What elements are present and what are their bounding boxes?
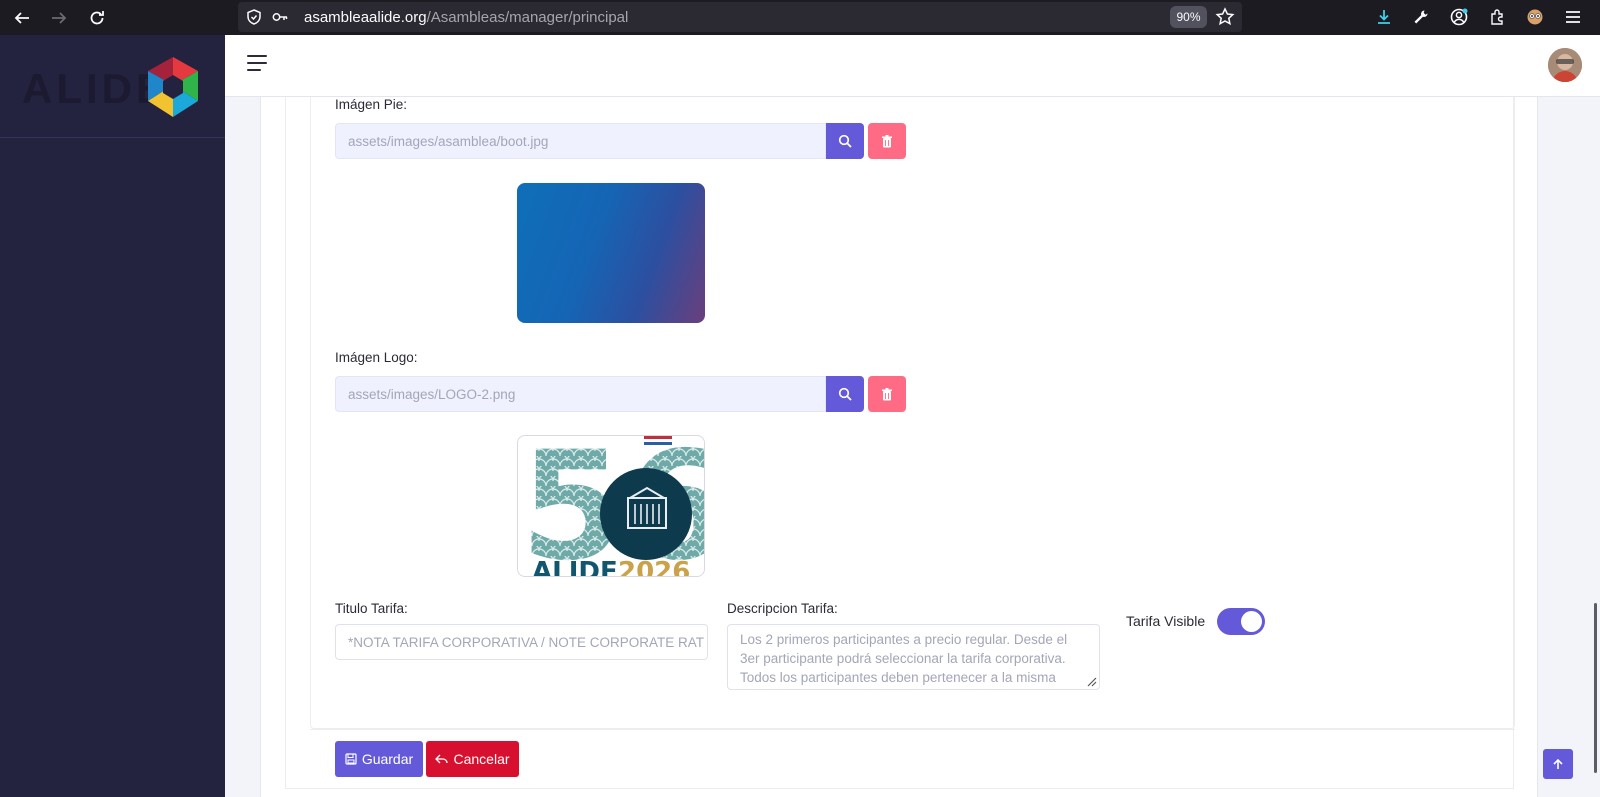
search-icon [838,387,852,401]
hamburger-menu-icon[interactable] [247,55,269,73]
page-scrollbar[interactable] [1594,603,1597,773]
shield-icon[interactable] [242,5,266,29]
save-button[interactable]: Guardar [335,741,423,777]
titulo-tarifa-input[interactable]: *NOTA TARIFA CORPORATIVA / NOTE CORPORAT… [335,624,708,660]
arrow-up-icon [1553,758,1563,769]
search-icon [838,134,852,148]
cancel-button-label: Cancelar [453,751,510,767]
imagen-logo-group: assets/images/LOGO-2.png [335,376,906,412]
key-icon[interactable] [268,5,292,29]
logo-area[interactable]: ALIDE [0,35,225,138]
cancel-button[interactable]: Cancelar [426,741,519,777]
imagen-logo-input[interactable]: assets/images/LOGO-2.png [335,376,826,412]
reply-arrow-icon [435,754,449,763]
download-icon[interactable] [1372,5,1396,29]
imagen-logo-search-button[interactable] [826,376,864,412]
alide-56-logo-image: 56 ALIDE 2026 [520,436,704,577]
forward-arrow-icon[interactable] [46,5,72,31]
imagen-pie-search-button[interactable] [826,123,864,159]
imagen-logo-label: Imágen Logo: [335,350,418,365]
toggle-knob [1241,611,1262,632]
titulo-tarifa-label: Titulo Tarifa: [335,601,408,616]
trash-icon [882,387,892,400]
imagen-logo-delete-button[interactable] [868,376,906,412]
descripcion-tarifa-text: Los 2 primeros participantes a precio re… [740,632,1068,685]
account-icon[interactable] [1447,5,1471,29]
bookmark-star-icon[interactable] [1213,5,1237,29]
url-domain: asambleaalide.org [304,9,427,26]
imagen-pie-input[interactable]: assets/images/asamblea/boot.jpg [335,123,826,159]
zoom-badge[interactable]: 90% [1170,6,1207,28]
app-header [225,35,1600,97]
imagen-logo-preview: 56 ALIDE 2026 [517,435,705,577]
floppy-disk-icon [345,753,357,765]
logo-year-text: 2026 [618,557,690,577]
sidebar: ALIDE [0,35,225,797]
user-avatar[interactable] [1548,48,1582,82]
url-path: /Asambleas/manager/principal [426,9,629,26]
address-bar[interactable]: asambleaalide.org/Asambleas/manager/prin… [238,2,1242,32]
extensions-puzzle-icon[interactable] [1485,5,1509,29]
wrench-icon[interactable] [1409,5,1433,29]
extension-face-icon[interactable] [1523,5,1547,29]
reload-icon[interactable] [84,5,110,31]
tarifa-visible-toggle[interactable] [1217,608,1265,635]
back-arrow-icon[interactable] [9,5,35,31]
descripcion-tarifa-textarea[interactable]: Los 2 primeros participantes a precio re… [727,624,1100,690]
logo-hexagon-icon [148,57,198,117]
imagen-pie-label: Imágen Pie: [335,97,408,112]
form-footer-divider [310,729,1515,730]
menu-icon[interactable] [1561,5,1585,29]
descripcion-tarifa-label: Descripcion Tarifa: [727,601,838,616]
scroll-to-top-button[interactable] [1543,749,1573,779]
browser-toolbar: asambleaalide.org/Asambleas/manager/prin… [0,0,1600,35]
trash-icon [882,134,892,147]
logo-brand-text: ALIDE [532,557,618,577]
url-text: asambleaalide.org/Asambleas/manager/prin… [304,9,628,26]
imagen-pie-group: assets/images/asamblea/boot.jpg [335,123,906,159]
save-button-label: Guardar [361,751,414,767]
imagen-pie-preview [517,183,705,323]
resize-grip-icon[interactable] [1085,675,1097,687]
tarifa-visible-label: Tarifa Visible [1126,613,1206,629]
imagen-pie-delete-button[interactable] [868,123,906,159]
